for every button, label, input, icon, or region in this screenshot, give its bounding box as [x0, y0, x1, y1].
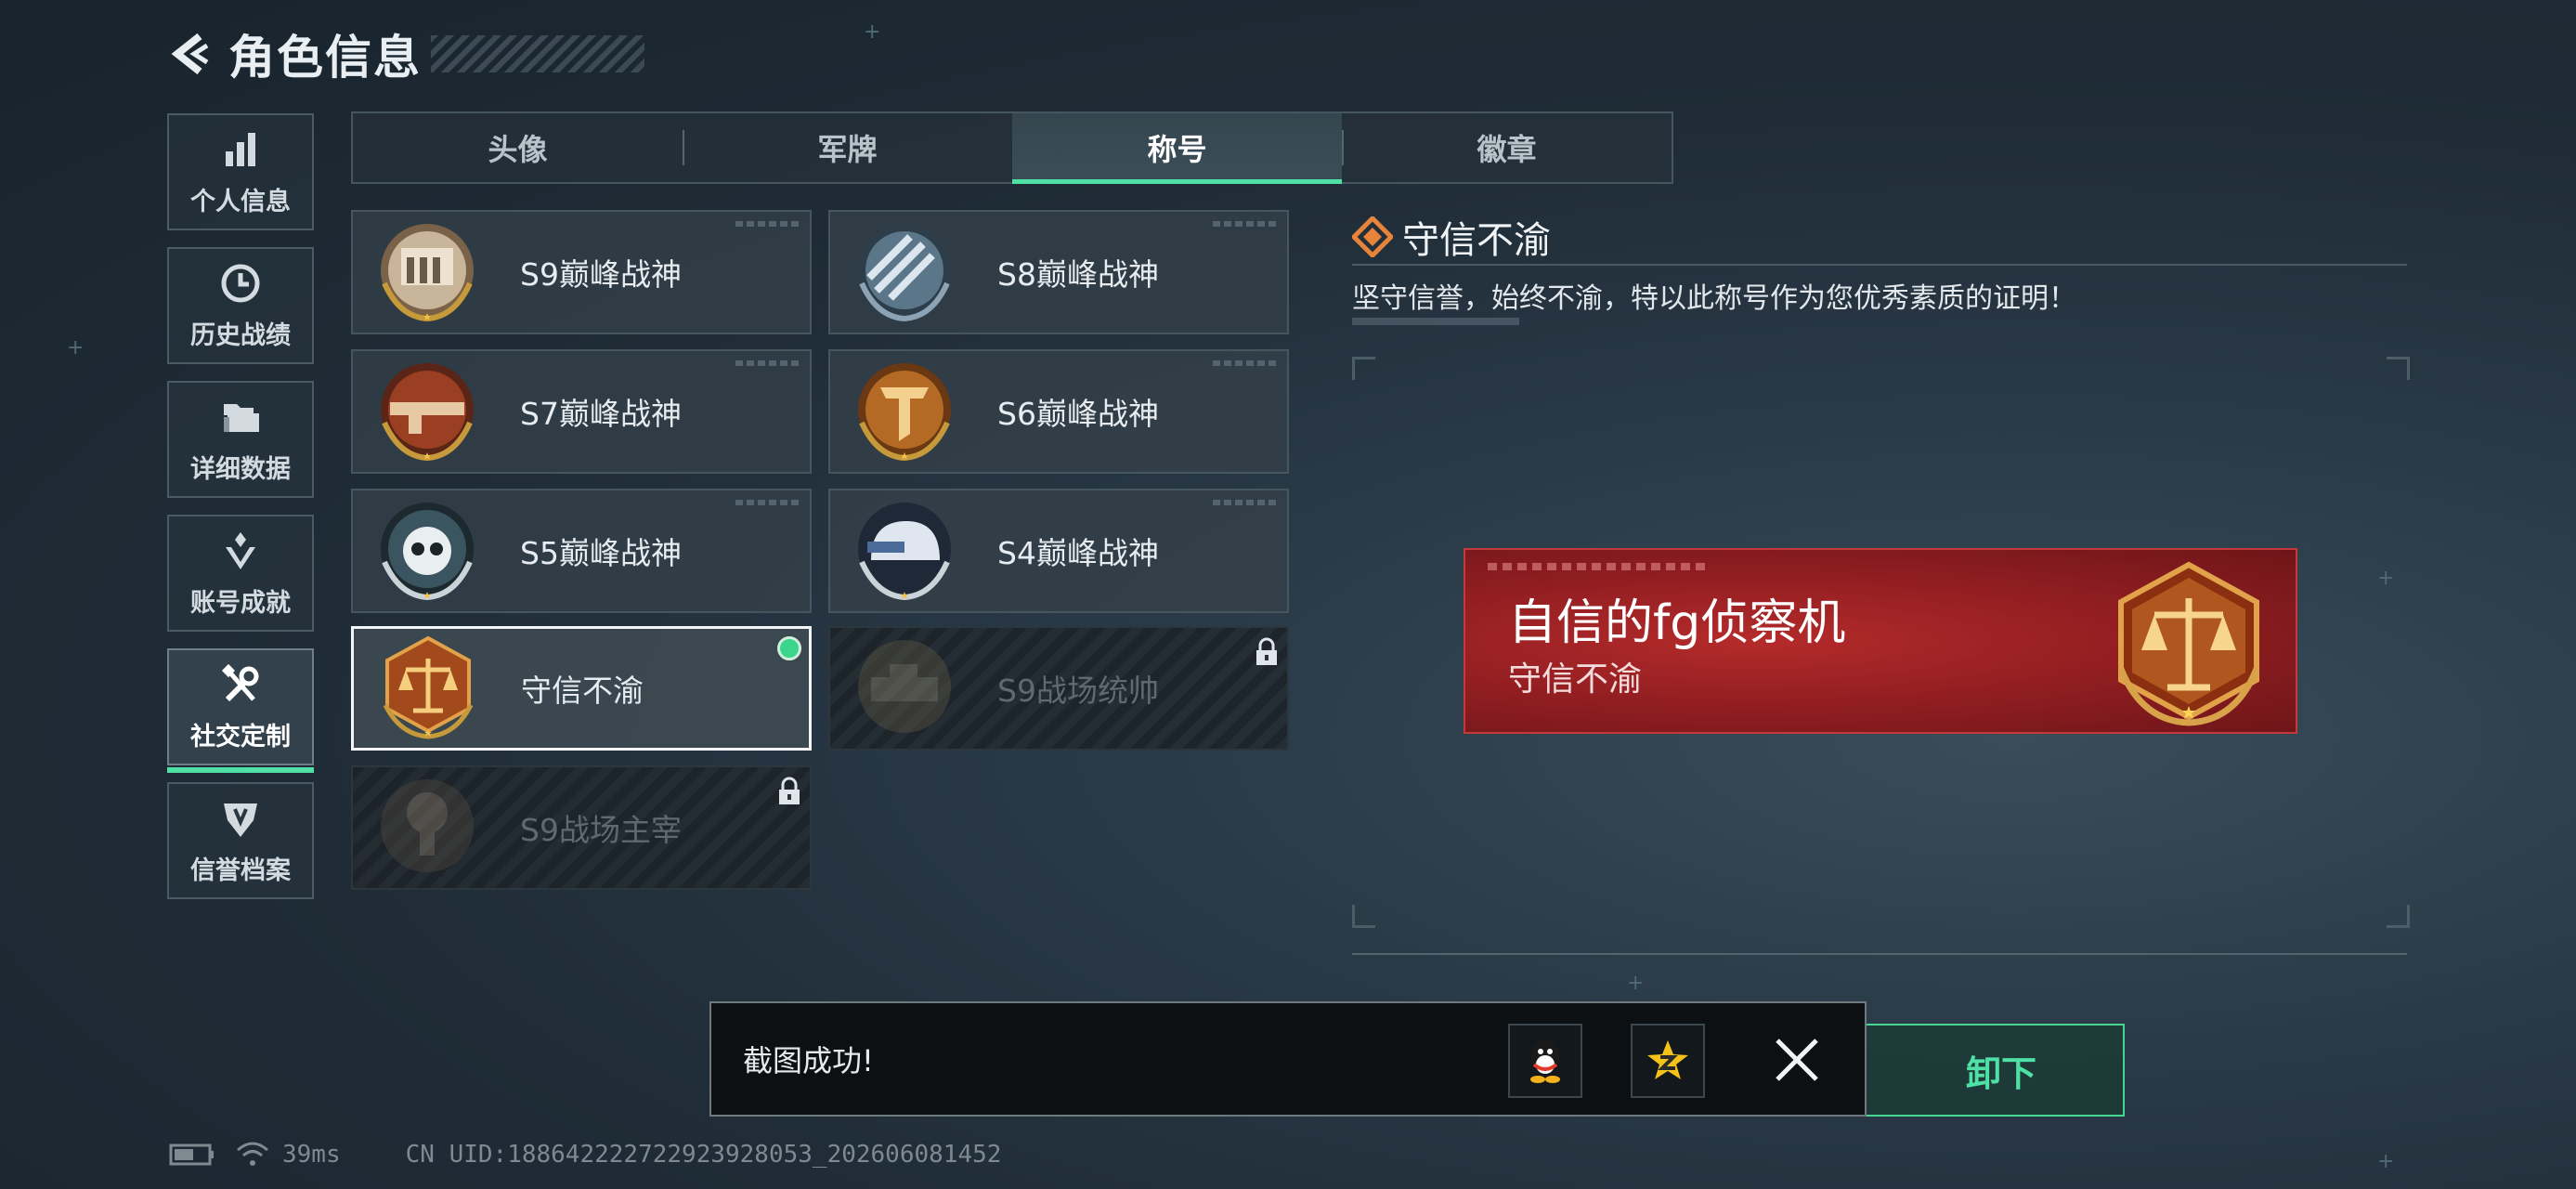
tools-icon — [221, 663, 259, 701]
detail-decoration — [1352, 318, 1519, 325]
scales-badge-icon — [383, 635, 474, 739]
equipped-indicator — [777, 636, 801, 660]
title-card-s4-peak[interactable]: S4巅峰战神 — [828, 489, 1289, 613]
lock-icon — [1256, 637, 1277, 665]
title-card-keep-faith[interactable]: 守信不渝 — [351, 626, 812, 751]
s9-peak-badge-icon — [381, 224, 474, 322]
grid-marker: + — [2377, 1150, 2395, 1173]
s8-peak-badge-icon — [858, 224, 951, 322]
title-card-s9-commander[interactable]: S9战场统帅 — [828, 626, 1289, 751]
detail-description: 坚守信誉，始终不渝，特以此称号作为您优秀素质的证明！ — [1352, 282, 2076, 315]
title-card-s8-peak[interactable]: S8巅峰战神 — [828, 210, 1289, 334]
title-name: S9巅峰战神 — [520, 256, 682, 293]
grid-marker: + — [1627, 972, 1645, 995]
s7-peak-badge-icon — [381, 363, 474, 462]
sidebar-item-detailed-data[interactable]: 详细数据 — [167, 381, 314, 498]
sidebar-item-history[interactable]: 历史战绩 — [167, 247, 314, 364]
s6-peak-badge-icon — [858, 363, 951, 462]
divider — [1352, 953, 2407, 955]
share-qzone-button[interactable] — [1631, 1024, 1705, 1098]
lock-icon — [779, 777, 800, 804]
sidebar-item-credit-record[interactable]: 信誉档案 — [167, 782, 314, 899]
frame-corner — [2387, 905, 2410, 928]
close-icon[interactable] — [1772, 1035, 1822, 1085]
title-card-s9-dominator[interactable]: S9战场主宰 — [351, 765, 812, 890]
sidebar-item-label: 社交定制 — [190, 722, 291, 751]
grid-marker: + — [864, 20, 881, 44]
banner-decoration — [1488, 563, 1711, 570]
banner-title: 守信不渝 — [1508, 660, 1643, 699]
title-name: S6巅峰战神 — [997, 396, 1159, 432]
title-name: S9战场主宰 — [520, 812, 682, 848]
tab-badge[interactable]: 徽章 — [1342, 113, 1672, 182]
title-name: 守信不渝 — [521, 673, 644, 709]
frame-corner — [1352, 357, 1375, 380]
tab-bar: 头像 军牌 称号 徽章 — [351, 111, 1673, 184]
card-decoration — [1213, 221, 1278, 227]
nameplate-preview: 自信的fg侦察机 守信不渝 — [1464, 548, 2297, 734]
s4-peak-badge-icon — [858, 503, 951, 601]
sidebar-item-label: 信誉档案 — [190, 856, 291, 885]
wifi-icon — [237, 1142, 268, 1166]
sidebar: 个人信息 历史战绩 详细数据 账号成就 社交定制 信誉档案 — [167, 113, 318, 916]
shield-icon — [224, 803, 257, 837]
tab-dogtag[interactable]: 军牌 — [683, 113, 1012, 182]
card-decoration — [1213, 360, 1278, 366]
sidebar-item-label: 详细数据 — [190, 454, 291, 484]
back-arrow-icon — [171, 33, 209, 75]
divider — [1352, 264, 2407, 266]
player-nickname: 自信的fg侦察机 — [1508, 595, 1846, 651]
back-button[interactable] — [167, 30, 215, 78]
bar-chart-icon — [226, 132, 255, 166]
title-card-s5-peak[interactable]: S5巅峰战神 — [351, 489, 812, 613]
sidebar-item-personal-info[interactable]: 个人信息 — [167, 113, 314, 230]
share-qq-button[interactable] — [1508, 1024, 1582, 1098]
uid-text: CN UID:18864222272292392​8053_2026060814… — [405, 1141, 1002, 1169]
title-name: S5巅峰战神 — [520, 535, 682, 571]
achievement-icon — [226, 531, 255, 569]
title-card-s7-peak[interactable]: S7巅峰战神 — [351, 349, 812, 474]
detail-header: 守信不渝 — [1352, 210, 1551, 264]
card-decoration — [1213, 500, 1278, 505]
card-decoration — [735, 500, 800, 505]
title-card-s6-peak[interactable]: S6巅峰战神 — [828, 349, 1289, 474]
sidebar-item-label: 历史战绩 — [190, 320, 291, 350]
s9-dominator-badge-icon — [381, 779, 474, 872]
qq-icon — [1530, 1040, 1560, 1083]
title-name: S4巅峰战神 — [997, 535, 1159, 571]
frame-corner — [2387, 357, 2410, 380]
card-decoration — [735, 360, 800, 366]
grid-marker: + — [2377, 567, 2395, 590]
screenshot-toast: 截图成功! — [709, 1001, 1867, 1117]
tab-title[interactable]: 称号 — [1012, 113, 1342, 184]
clock-icon — [221, 264, 260, 302]
title-name: S8巅峰战神 — [997, 256, 1159, 293]
sidebar-item-achievements[interactable]: 账号成就 — [167, 515, 314, 632]
title-name: S9战场统帅 — [997, 673, 1159, 709]
tab-avatar[interactable]: 头像 — [353, 113, 683, 182]
ping-text: 39ms — [282, 1141, 341, 1169]
sidebar-item-social-custom[interactable]: 社交定制 — [167, 648, 314, 773]
title-name: S7巅峰战神 — [520, 396, 682, 432]
s5-peak-badge-icon — [381, 503, 474, 601]
detail-title: 守信不渝 — [1402, 219, 1551, 262]
folder-icon — [224, 403, 259, 432]
toast-message: 截图成功! — [743, 1043, 874, 1078]
s9-commander-badge-icon — [858, 640, 951, 733]
status-bar: 39ms CN UID:18864222272292392​8053_20260… — [169, 1141, 1001, 1169]
battery-icon — [169, 1143, 214, 1166]
title-decoration — [431, 35, 644, 72]
scales-emblem-icon — [2117, 561, 2260, 726]
frame-corner — [1352, 905, 1375, 928]
grid-marker: + — [67, 336, 85, 359]
qzone-icon — [1647, 1040, 1688, 1079]
page-title: 角色信息 — [228, 31, 422, 85]
sidebar-item-label: 个人信息 — [190, 187, 291, 216]
header: 角色信息 — [167, 26, 644, 85]
unequip-label: 卸下 — [1965, 1052, 2036, 1094]
card-decoration — [735, 221, 800, 227]
sidebar-item-label: 账号成就 — [190, 588, 291, 618]
diamond-icon — [1352, 216, 1393, 257]
title-card-s9-peak[interactable]: S9巅峰战神 — [351, 210, 812, 334]
